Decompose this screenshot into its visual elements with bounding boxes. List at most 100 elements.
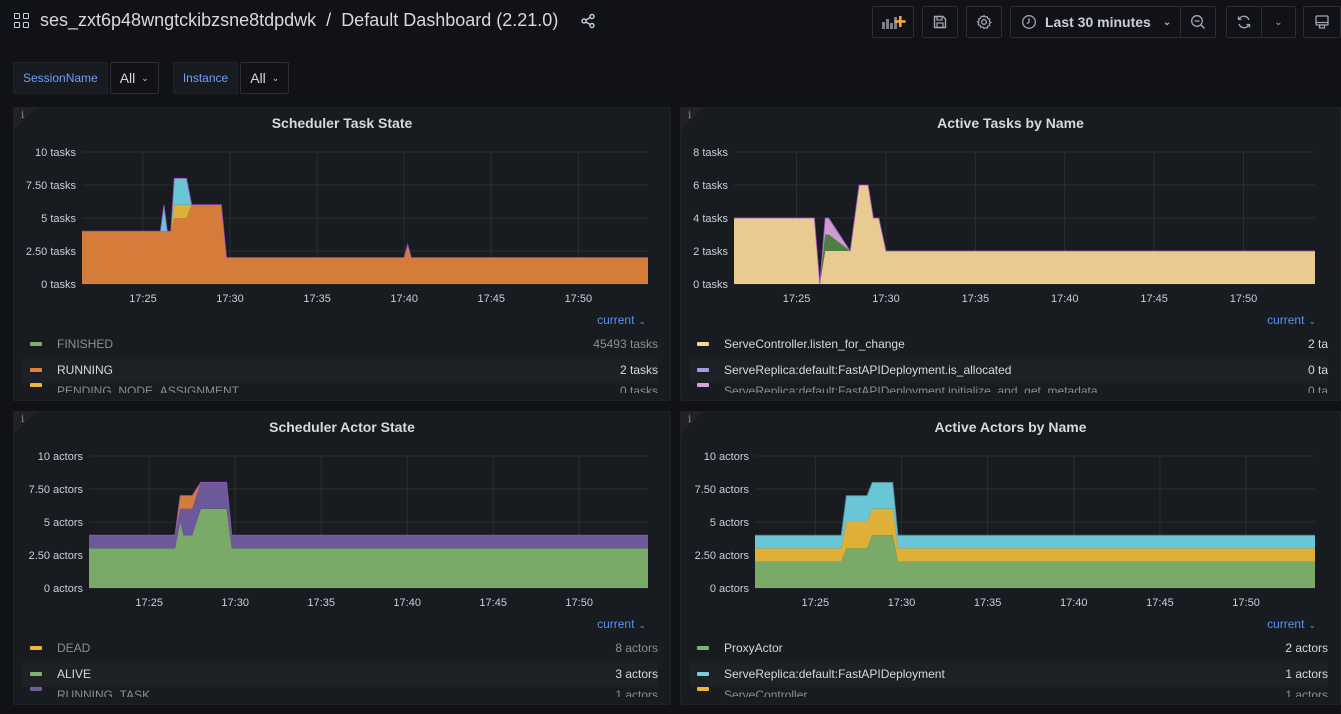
legend-item-name: ServeController [724,688,808,697]
area-series-alive [89,508,648,588]
legend-color-swatch [30,342,42,346]
save-dashboard-button[interactable] [922,6,958,38]
variable-select-instance[interactable]: All ⌄ [240,62,290,94]
x-tick-label: 17:35 [962,293,990,305]
legend-item[interactable]: DEAD 8 actors [22,635,658,661]
legend-item[interactable]: PENDING_NODE_ASSIGNMENT 0 tasks [22,383,658,393]
legend-header-label: current [1267,313,1305,327]
x-tick-label: 17:40 [393,597,421,609]
y-tick-label: 8 tasks [693,147,728,159]
chart: 0 actors 2.50 actors 5 actors 7.50 actors 10… [695,451,1315,609]
legend-item-value: 1 actors [1285,688,1328,697]
y-tick-label: 5 actors [710,517,750,529]
legend-item[interactable]: RUNNING 2 tasks [22,357,658,383]
legend-item-value: 8 actors [615,641,658,655]
chevron-down-icon: ⌄ [1308,316,1316,326]
legend-item-value: 1 actors [615,688,658,697]
panel-title[interactable]: Scheduler Actor State [14,419,670,435]
time-range-picker[interactable]: Last 30 minutes ⌄ [1010,6,1181,38]
dashboard-settings-button[interactable] [966,6,1002,38]
legend-sort-dropdown[interactable]: current ⌄ [1267,617,1316,631]
legend-sort-dropdown[interactable]: current ⌄ [597,617,646,631]
legend-item[interactable]: ProxyActor 2 actors [689,635,1328,661]
time-range-label: Last 30 minutes [1045,14,1151,30]
panel-title[interactable]: Active Actors by Name [681,419,1340,435]
panel-title[interactable]: Scheduler Task State [14,115,670,131]
x-tick-label: 17:25 [783,293,811,305]
refresh-button[interactable] [1226,6,1262,38]
dashboard-title[interactable]: Default Dashboard (2.21.0) [341,10,558,31]
chart: 0 tasks 2 tasks 4 tasks 6 tasks 8 tasks 17:25… [693,147,1315,305]
legend-item-name: ServeReplica:default:FastAPIDeployment.i… [724,363,1012,377]
y-tick-label: 0 tasks [693,279,728,291]
dashboard-grid-icon [14,12,30,29]
variable-label-instance: Instance [172,62,239,94]
legend-color-swatch [30,368,42,372]
chevron-down-icon: ⌄ [638,620,646,630]
folder-link[interactable]: ses_zxt6p48wngtckibzsne8tdpdwk [40,10,316,31]
legend-color-swatch [697,672,709,676]
legend-item[interactable]: ServeController.listen_for_change 2 ta [689,331,1328,357]
x-tick-label: 17:50 [1232,597,1260,609]
x-tick-label: 17:35 [974,597,1002,609]
add-panel-button[interactable] [872,6,914,38]
y-tick-label: 7.50 tasks [26,180,77,192]
tv-mode-icon [1315,15,1329,29]
legend-color-swatch [30,383,42,387]
y-tick-label: 10 tasks [35,147,76,159]
series-outline [89,481,648,536]
x-tick-label: 17:40 [390,293,418,305]
x-tick-label: 17:45 [479,597,507,609]
legend-item-name: ServeController.listen_for_change [724,337,905,351]
legend-item-value: 3 actors [615,667,658,681]
zoom-out-button[interactable] [1180,6,1216,38]
legend-item[interactable]: ServeReplica:default:FastAPIDeployment 1… [689,661,1328,687]
legend-header-label: current [597,313,635,327]
legend-item-value: 45493 tasks [593,337,658,351]
y-tick-label: 4 tasks [693,213,728,225]
legend-item[interactable]: ServeReplica:default:FastAPIDeployment.i… [689,357,1328,383]
tv-mode-button[interactable] [1303,6,1341,38]
chart: 0 actors 2.50 actors 5 actors 7.50 actors 10… [29,451,648,609]
legend-item[interactable]: RUNNING_TASK 1 actors [22,687,658,697]
x-tick-label: 17:30 [872,293,900,305]
series-outline [755,481,1315,536]
legend-color-swatch [697,342,709,346]
legend-item[interactable]: ServeController 1 actors [689,687,1328,697]
x-tick-label: 17:50 [565,597,593,609]
legend-sort-dropdown[interactable]: current ⌄ [1267,313,1316,327]
variable-select-sessionname[interactable]: All ⌄ [109,62,159,94]
legend-color-swatch [30,687,42,691]
legend-header-label: current [597,617,635,631]
legend-item-name: ServeReplica:default:FastAPIDeployment [724,667,945,681]
y-tick-label: 10 actors [704,451,750,463]
y-tick-label: 2.50 actors [695,550,750,562]
legend-item-name: PENDING_NODE_ASSIGNMENT [57,384,240,393]
share-icon[interactable] [580,13,596,29]
save-icon [933,15,947,29]
panel-title[interactable]: Active Tasks by Name [681,115,1340,131]
x-tick-label: 17:45 [1140,293,1168,305]
x-tick-label: 17:35 [303,293,331,305]
legend-item-name: DEAD [57,641,91,655]
legend-item-name: ServeReplica:default:FastAPIDeployment.i… [724,384,1098,393]
legend-item[interactable]: ServeReplica:default:FastAPIDeployment.i… [689,383,1328,393]
breadcrumb: ses_zxt6p48wngtckibzsne8tdpdwk / Default… [14,10,596,31]
y-tick-label: 7.50 actors [695,484,750,496]
refresh-icon [1237,15,1251,29]
legend-sort-dropdown[interactable]: current ⌄ [597,313,646,327]
legend-item[interactable]: FINISHED 45493 tasks [22,331,658,357]
x-tick-label: 17:25 [802,597,830,609]
legend-color-swatch [30,646,42,650]
panel-scheduler-actor-state: i Scheduler Actor State 0 actors 2.50 actor… [13,411,671,705]
legend-item-value: 0 ta [1307,384,1328,393]
legend-header-label: current [1267,617,1305,631]
refresh-interval-dropdown[interactable]: ⌄ [1261,6,1296,38]
zoom-out-icon [1191,15,1205,29]
panel-scheduler-task-state: i Scheduler Task State 0 tasks 2.50 tasks 5 … [13,107,671,401]
y-tick-label: 5 actors [44,517,84,529]
x-tick-label: 17:25 [135,597,163,609]
legend-item[interactable]: ALIVE 3 actors [22,661,658,687]
panel-active-actors-by-name: i Active Actors by Name 0 actors 2.50 actor… [680,411,1341,705]
legend-item-name: FINISHED [57,337,114,351]
